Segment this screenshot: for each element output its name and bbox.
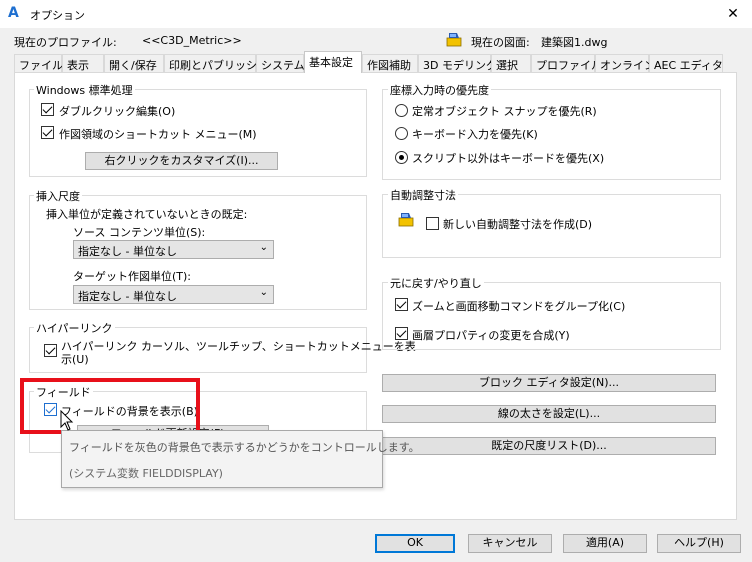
- customize-right-click-button[interactable]: 右クリックをカスタマイズ(I)...: [85, 152, 278, 170]
- cancel-button[interactable]: キャンセル: [468, 534, 552, 553]
- tab-selection[interactable]: 選択: [491, 54, 531, 72]
- radio-keyboard-entry[interactable]: [395, 127, 408, 140]
- tab-system[interactable]: システム: [256, 54, 305, 72]
- drawing-label: 現在の図面:: [471, 36, 530, 49]
- source-units-dropdown[interactable]: 指定なし - 単位なし ⌄: [73, 240, 274, 259]
- hyperlink-title: ハイパーリンク: [34, 320, 115, 336]
- profile-label: 現在のプロファイル:: [14, 36, 117, 49]
- windows-standard-title: Windows 標準処理: [34, 82, 135, 98]
- shortcut-menu-label: 作図領域のショートカット メニュー(M): [59, 128, 257, 141]
- coordinate-priority-title: 座標入力時の優先度: [388, 82, 491, 98]
- tab-user-preferences[interactable]: 基本設定: [304, 51, 362, 73]
- source-units-label: ソース コンテンツ単位(S):: [73, 226, 206, 239]
- drawing-file-icon: [446, 33, 462, 47]
- undo-redo-title: 元に戻す/やり直し: [388, 275, 484, 291]
- chevron-down-icon: ⌄: [259, 287, 268, 298]
- associative-dimension-title: 自動調整寸法: [388, 187, 458, 203]
- tab-aec-editor[interactable]: AEC エディタ: [649, 54, 723, 72]
- radio-running-snap[interactable]: [395, 104, 408, 117]
- mouse-pointer-icon: [60, 410, 74, 431]
- radio-keyboard-except-scripts[interactable]: [395, 151, 408, 164]
- close-icon[interactable]: ✕: [720, 3, 746, 25]
- hyperlink-label-line1: ハイパーリンク カーソル、ツールチップ、ショートカットメニューを表: [61, 340, 416, 353]
- double-click-edit-label: ダブルクリック編集(O): [59, 105, 176, 118]
- tab-plot-publish[interactable]: 印刷とパブリッシュ: [164, 54, 268, 72]
- zoom-pan-group-checkbox[interactable]: [395, 298, 408, 311]
- target-units-value: 指定なし - 単位なし: [78, 290, 177, 303]
- lineweight-settings-button[interactable]: 線の太さを設定(L)...: [382, 405, 716, 423]
- default-scale-list-button[interactable]: 既定の尺度リスト(D)...: [382, 437, 716, 455]
- target-units-label: ターゲット作図単位(T):: [73, 270, 192, 283]
- layer-props-combine-label: 画層プロパティの変更を合成(Y): [412, 329, 570, 342]
- ok-button[interactable]: OK: [375, 534, 455, 553]
- tab-3d-modeling[interactable]: 3D モデリング: [418, 54, 497, 72]
- autocad-app-icon: A: [8, 5, 19, 21]
- highlight-box: [20, 378, 200, 434]
- associative-dimension-checkbox[interactable]: [426, 217, 439, 230]
- profile-value: <<C3D_Metric>>: [142, 34, 242, 47]
- tab-drafting[interactable]: 作図補助: [362, 54, 418, 72]
- tooltip-description: フィールドを灰色の背景色で表示するかどうかをコントロールします。: [69, 441, 420, 454]
- chevron-down-icon: ⌄: [259, 242, 268, 253]
- drawing-file-icon: [398, 213, 414, 227]
- tooltip: フィールドを灰色の背景色で表示するかどうかをコントロールします。 (システム変数…: [61, 430, 420, 488]
- block-editor-settings-button[interactable]: ブロック エディタ設定(N)...: [382, 374, 716, 392]
- tab-online[interactable]: オンライン: [595, 54, 655, 72]
- tab-open-save[interactable]: 開く/保存: [104, 54, 164, 72]
- associative-dimension-label: 新しい自動調整寸法を作成(D): [443, 218, 593, 231]
- radio-running-snap-label: 定常オブジェクト スナップを優先(R): [412, 105, 597, 118]
- insertion-scale-subtitle: 挿入単位が定義されていないときの既定:: [46, 208, 248, 221]
- zoom-pan-group-label: ズームと画面移動コマンドをグループ化(C): [412, 300, 626, 313]
- title-bar: [0, 0, 752, 28]
- target-units-dropdown[interactable]: 指定なし - 単位なし ⌄: [73, 285, 274, 304]
- layer-props-combine-checkbox[interactable]: [395, 327, 408, 340]
- shortcut-menu-checkbox[interactable]: [41, 126, 54, 139]
- window-title: オプション: [30, 9, 85, 22]
- tab-files[interactable]: ファイル: [14, 54, 63, 72]
- tooltip-sysvar: (システム変数 FIELDDISPLAY): [69, 467, 223, 480]
- hyperlink-checkbox[interactable]: [44, 344, 57, 357]
- help-button[interactable]: ヘルプ(H): [657, 534, 741, 553]
- hyperlink-label-line2: 示(U): [61, 353, 89, 366]
- source-units-value: 指定なし - 単位なし: [78, 245, 177, 258]
- double-click-edit-checkbox[interactable]: [41, 103, 54, 116]
- radio-keyboard-entry-label: キーボード入力を優先(K): [412, 128, 538, 141]
- drawing-value: 建築図1.dwg: [541, 36, 608, 49]
- tab-profiles[interactable]: プロファイル: [531, 54, 602, 72]
- tab-display[interactable]: 表示: [62, 54, 104, 72]
- insertion-scale-title: 挿入尺度: [34, 188, 82, 204]
- radio-keyboard-except-scripts-label: スクリプト以外はキーボードを優先(X): [412, 152, 605, 165]
- apply-button[interactable]: 適用(A): [563, 534, 647, 553]
